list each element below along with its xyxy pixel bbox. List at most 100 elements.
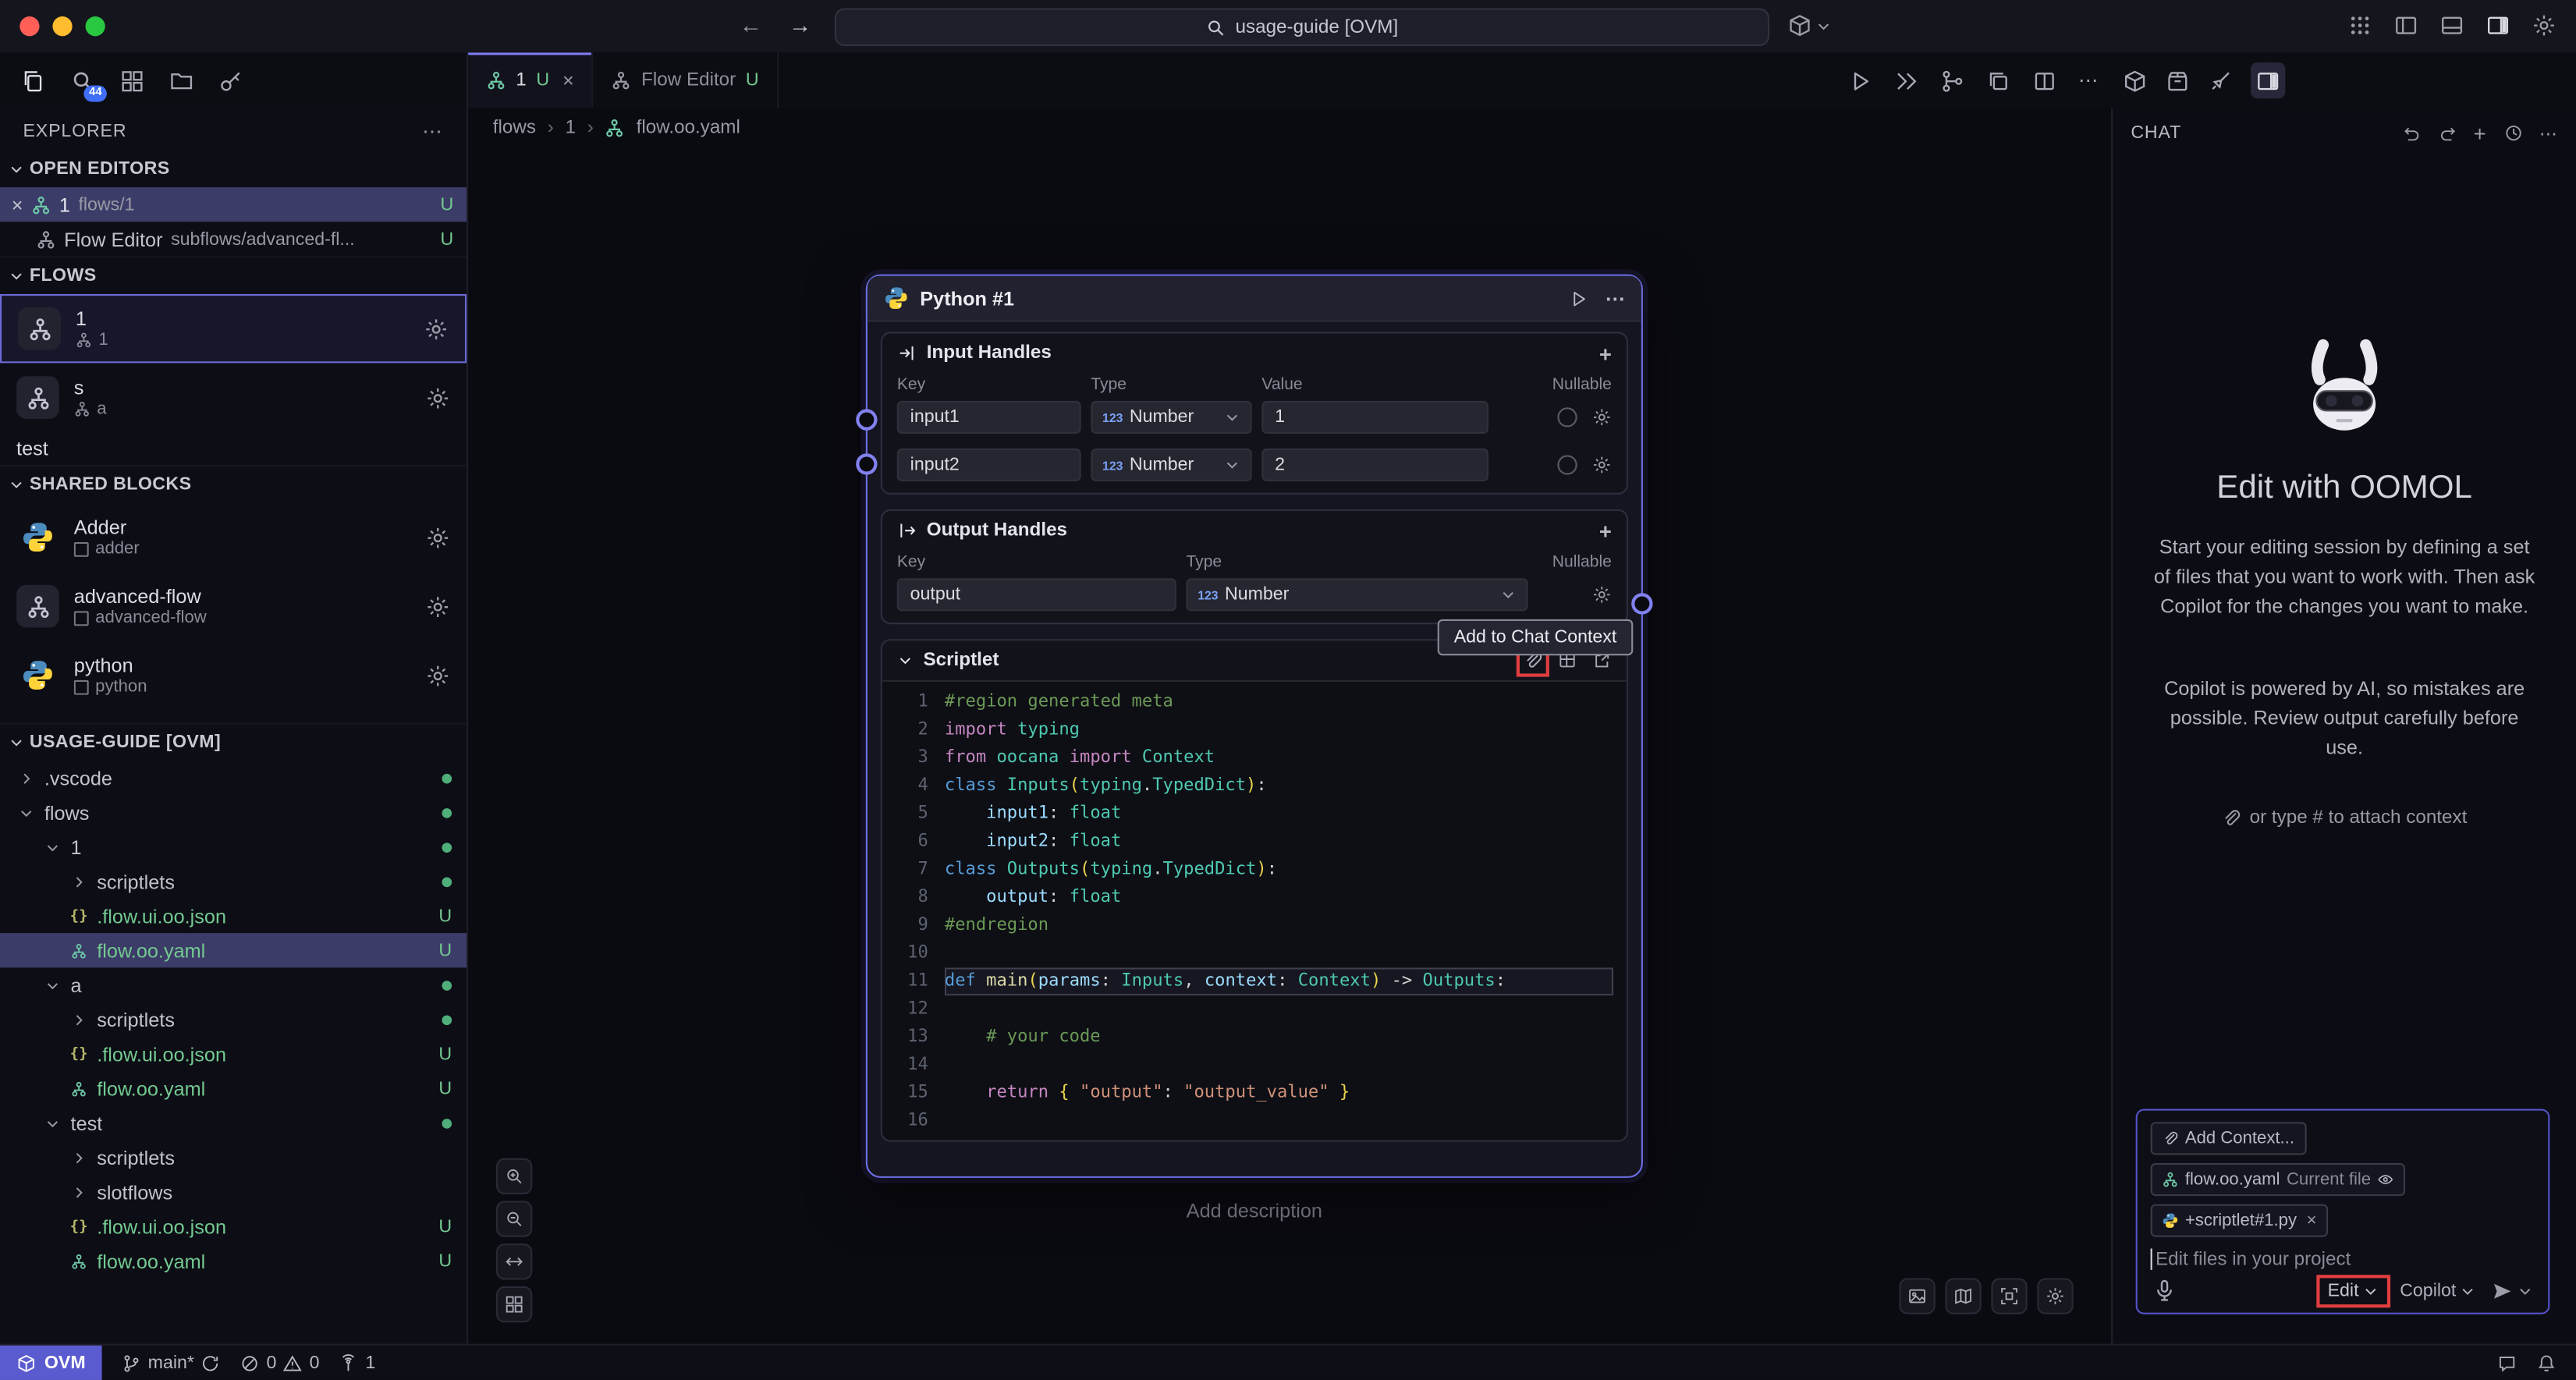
- input-port-1[interactable]: [856, 409, 877, 430]
- input-port-2[interactable]: [856, 453, 877, 474]
- toggle-sidebar-icon[interactable]: [2393, 13, 2418, 38]
- tree-item-.flow.ui.oo.json[interactable]: {}.flow.ui.oo.jsonU: [0, 1037, 467, 1071]
- chat-history-icon[interactable]: [2503, 123, 2523, 143]
- history-forward-button[interactable]: →: [789, 12, 811, 38]
- tree-item-.vscode[interactable]: .vscode: [0, 761, 467, 795]
- flow-item-s[interactable]: s a: [0, 363, 467, 431]
- search-activity-icon[interactable]: 44: [71, 68, 96, 93]
- code-line-1[interactable]: 1#region generated meta: [882, 688, 1627, 716]
- explorer-activity-icon[interactable]: [21, 68, 46, 93]
- mic-icon[interactable]: [2152, 1278, 2177, 1303]
- close-tab-icon[interactable]: ×: [562, 69, 574, 91]
- explorer-more-icon[interactable]: ⋯: [422, 120, 443, 143]
- remote-indicator[interactable]: OVM: [0, 1346, 102, 1380]
- code-line-5[interactable]: 5 input1: float: [882, 800, 1627, 828]
- key-input[interactable]: input2: [897, 449, 1081, 481]
- problems-indicator[interactable]: 0 0: [240, 1353, 320, 1372]
- redo-icon[interactable]: [2437, 123, 2457, 143]
- node-header[interactable]: Python #1 ⋯: [868, 276, 1641, 322]
- run-node-icon[interactable]: [1569, 289, 1588, 308]
- block-settings-gear-icon[interactable]: [425, 662, 450, 687]
- code-line-12[interactable]: 12: [882, 995, 1627, 1023]
- undo-icon[interactable]: [2401, 123, 2421, 143]
- nullable-toggle[interactable]: [1557, 407, 1577, 427]
- tree-item-flow.oo.yaml[interactable]: flow.oo.yamlU: [0, 1071, 467, 1105]
- toggle-secondary-sidebar-icon[interactable]: [2486, 13, 2510, 38]
- grid-toggle-button[interactable]: [496, 1286, 532, 1322]
- code-line-7[interactable]: 7class Outputs(typing.TypedDict):: [882, 856, 1627, 884]
- screenshot-button[interactable]: [1899, 1278, 1935, 1314]
- code-line-13[interactable]: 13 # your code: [882, 1023, 1627, 1052]
- blocks-activity-icon[interactable]: [120, 68, 145, 93]
- breadcrumb-item[interactable]: flows: [493, 119, 536, 138]
- git-merge-icon[interactable]: [1940, 68, 1965, 93]
- code-line-14[interactable]: 14: [882, 1052, 1627, 1080]
- zoom-in-button[interactable]: [496, 1158, 532, 1194]
- close-editor-icon[interactable]: ×: [12, 193, 23, 215]
- code-line-16[interactable]: 16: [882, 1107, 1627, 1135]
- vm-selector[interactable]: [1787, 13, 1832, 38]
- history-back-button[interactable]: ←: [740, 12, 762, 38]
- code-line-6[interactable]: 6 input2: float: [882, 828, 1627, 856]
- code-line-3[interactable]: 3from oocana import Context: [882, 744, 1627, 772]
- tree-item-.flow.ui.oo.json[interactable]: {}.flow.ui.oo.jsonU: [0, 1209, 467, 1243]
- handle-settings-gear-icon[interactable]: [1592, 407, 1612, 427]
- split-editor-icon[interactable]: [2032, 68, 2057, 93]
- command-center-search[interactable]: usage-guide [OVM]: [835, 9, 1769, 46]
- sync-icon[interactable]: [200, 1353, 220, 1372]
- handle-settings-gear-icon[interactable]: [1592, 585, 1612, 605]
- bell-icon[interactable]: [2537, 1353, 2556, 1372]
- tree-item-scriptlets[interactable]: scriptlets: [0, 1140, 467, 1174]
- block-settings-gear-icon[interactable]: [425, 524, 450, 549]
- flow-item-test[interactable]: test: [0, 432, 467, 465]
- flow-settings-gear-icon[interactable]: [424, 316, 449, 341]
- toggle-chat-panel-icon[interactable]: [2251, 63, 2285, 98]
- zoom-out-button[interactable]: [496, 1201, 532, 1236]
- breadcrumb[interactable]: flows › 1 › flow.oo.yaml: [493, 108, 740, 148]
- code-line-9[interactable]: 9#endregion: [882, 912, 1627, 940]
- code-line-15[interactable]: 15 return { "output": "output_value" }: [882, 1080, 1627, 1108]
- clean-icon[interactable]: [2208, 68, 2233, 93]
- maximize-window-button[interactable]: [86, 16, 105, 36]
- open-editors-header[interactable]: OPEN EDITORS: [0, 151, 467, 187]
- tree-item-a[interactable]: a: [0, 967, 467, 1002]
- fit-view-button[interactable]: [496, 1243, 532, 1279]
- mode-select[interactable]: Edit: [2322, 1281, 2383, 1300]
- value-input[interactable]: 2: [1261, 449, 1488, 481]
- context-file-chip[interactable]: flow.oo.yaml Current file: [2151, 1163, 2406, 1196]
- flow-canvas[interactable]: flows › 1 › flow.oo.yaml Python #1 ⋯: [468, 108, 2111, 1344]
- new-chat-icon[interactable]: +: [2474, 121, 2487, 146]
- run-all-icon[interactable]: [1894, 68, 1919, 93]
- key-input[interactable]: output: [897, 578, 1176, 611]
- send-options-chevron-icon[interactable]: [2517, 1282, 2533, 1299]
- tree-item-flow.oo.yaml[interactable]: flow.oo.yamlU: [0, 1243, 467, 1278]
- tree-item-.flow.ui.oo.json[interactable]: {}.flow.ui.oo.jsonU: [0, 899, 467, 933]
- eye-icon[interactable]: [2378, 1172, 2394, 1188]
- folder-activity-icon[interactable]: [169, 68, 194, 93]
- breadcrumb-item[interactable]: flow.oo.yaml: [637, 119, 740, 138]
- code-line-4[interactable]: 4class Inputs(typing.TypedDict):: [882, 772, 1627, 800]
- feedback-icon[interactable]: [2497, 1353, 2517, 1372]
- tree-item-1[interactable]: 1: [0, 829, 467, 864]
- ports-indicator[interactable]: 1: [339, 1353, 376, 1372]
- chat-message-input[interactable]: Edit files in your project: [2151, 1248, 2535, 1269]
- flows-section-header[interactable]: FLOWS: [0, 257, 467, 294]
- model-select[interactable]: Copilot: [2400, 1281, 2475, 1300]
- tree-item-test[interactable]: test: [0, 1105, 467, 1140]
- context-scriptlet-chip[interactable]: +scriptlet#1.py ×: [2151, 1204, 2329, 1237]
- run-flow-icon[interactable]: [1848, 68, 1873, 93]
- type-select[interactable]: 123 Number: [1186, 578, 1528, 611]
- tab-flow-1[interactable]: 1 U ×: [468, 52, 594, 108]
- shared-blocks-header[interactable]: SHARED BLOCKS: [0, 465, 467, 502]
- viewport-button[interactable]: [1991, 1278, 2027, 1314]
- git-branch-indicator[interactable]: main*: [122, 1353, 221, 1372]
- tab-flow-editor[interactable]: Flow Editor U: [594, 52, 779, 108]
- tree-item-flows[interactable]: flows: [0, 795, 467, 829]
- close-window-button[interactable]: [20, 16, 39, 36]
- settings-gear-icon[interactable]: [2532, 13, 2556, 38]
- value-input[interactable]: 1: [1261, 401, 1488, 434]
- minimize-window-button[interactable]: [52, 16, 72, 36]
- canvas-settings-gear-icon[interactable]: [2037, 1278, 2073, 1314]
- key-input[interactable]: input1: [897, 401, 1081, 434]
- output-port[interactable]: [1631, 593, 1652, 614]
